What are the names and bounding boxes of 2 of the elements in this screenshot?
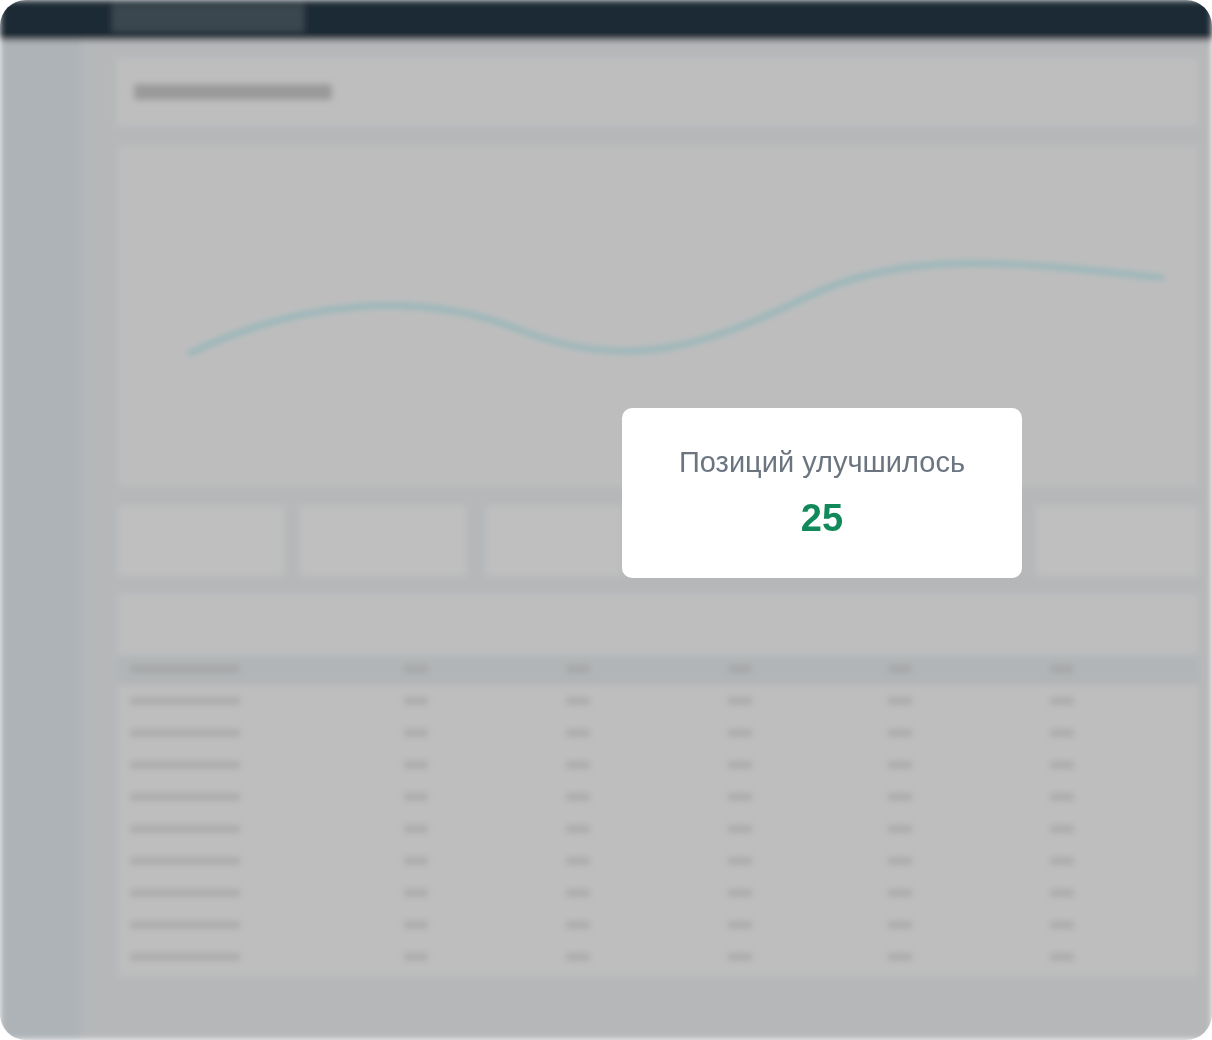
card-title: Позиций улучшилось xyxy=(678,446,966,479)
card-value: 25 xyxy=(800,497,844,540)
